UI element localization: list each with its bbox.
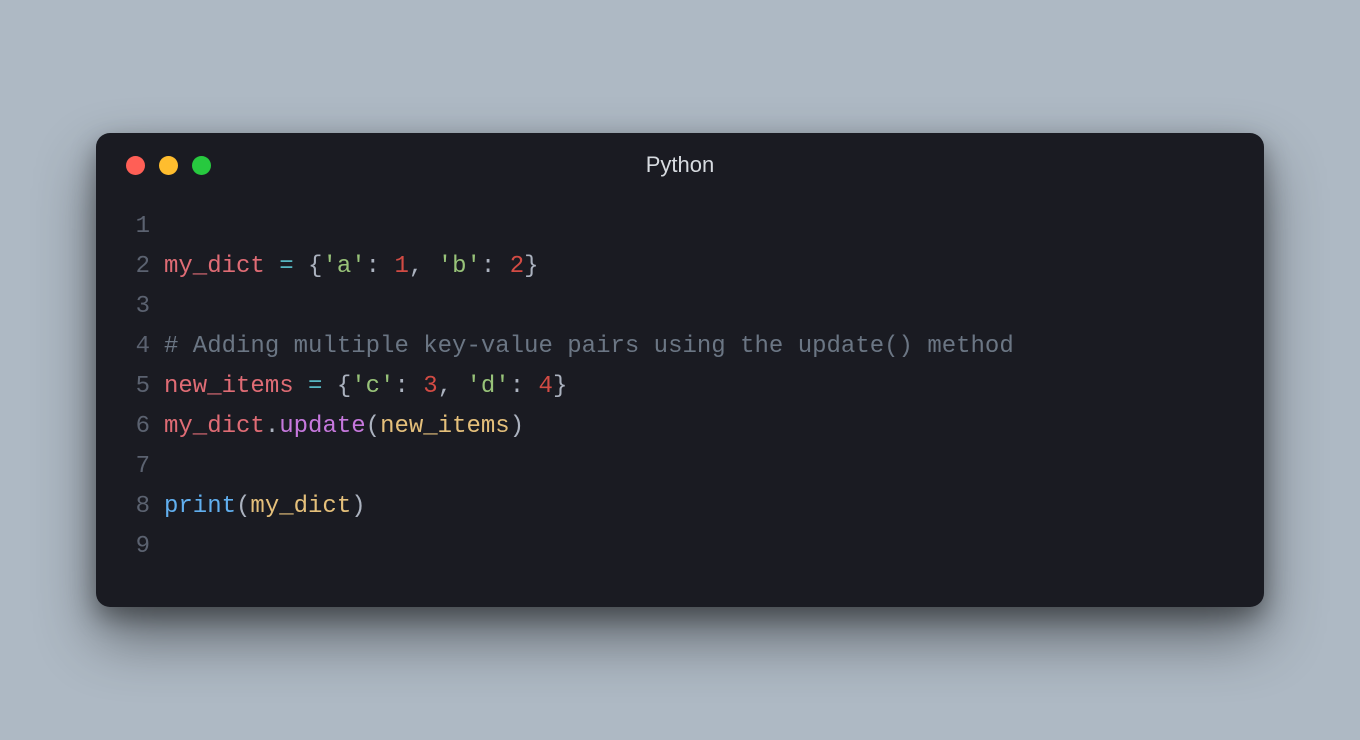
code-token: my_dict [164,413,265,440]
code-line: 6my_dict.update(new_items) [116,407,1244,447]
line-number: 2 [116,247,164,287]
code-token: ( [366,413,380,440]
code-line: 9 [116,527,1244,567]
code-token: : [481,253,495,280]
code-token: 3 [423,373,437,400]
code-token: ) [510,413,524,440]
code-line: 8print(my_dict) [116,487,1244,527]
code-line: 3 [116,287,1244,327]
window-title: Python [96,152,1264,178]
code-token [322,373,336,400]
code-token: ) [351,493,365,520]
titlebar: Python [96,133,1264,197]
code-token: { [337,373,351,400]
code-content: my_dict.update(new_items) [164,407,524,447]
code-token: 4 [539,373,553,400]
code-token [265,253,279,280]
code-token: 'a' [322,253,365,280]
code-line: 7 [116,447,1244,487]
code-token: = [308,373,322,400]
code-token: update [279,413,365,440]
code-token: . [265,413,279,440]
line-number: 3 [116,287,164,327]
code-token: print [164,493,236,520]
code-content: print(my_dict) [164,487,366,527]
line-number: 9 [116,527,164,567]
minimize-icon[interactable] [159,156,178,175]
code-token: my_dict [250,493,351,520]
code-line: 1 [116,207,1244,247]
code-token [294,373,308,400]
code-token [495,253,509,280]
code-content: new_items = {'c': 3, 'd': 4} [164,367,567,407]
code-token: 'b' [438,253,481,280]
code-token: , [438,373,452,400]
code-token [452,373,466,400]
code-token: 2 [510,253,524,280]
code-token: , [409,253,423,280]
code-token: new_items [380,413,510,440]
code-token: } [524,253,538,280]
code-token [294,253,308,280]
code-line: 5new_items = {'c': 3, 'd': 4} [116,367,1244,407]
line-number: 4 [116,327,164,367]
code-line: 2my_dict = {'a': 1, 'b': 2} [116,247,1244,287]
code-token: my_dict [164,253,265,280]
traffic-lights [126,156,211,175]
line-number: 6 [116,407,164,447]
close-icon[interactable] [126,156,145,175]
code-token: new_items [164,373,294,400]
line-number: 7 [116,447,164,487]
code-token: : [510,373,524,400]
code-token [409,373,423,400]
code-token: 1 [394,253,408,280]
code-line: 4# Adding multiple key-value pairs using… [116,327,1244,367]
line-number: 8 [116,487,164,527]
zoom-icon[interactable] [192,156,211,175]
code-editor: 12my_dict = {'a': 1, 'b': 2}34# Adding m… [96,197,1264,607]
code-token: = [279,253,293,280]
line-number: 5 [116,367,164,407]
code-token [380,253,394,280]
code-token: 'd' [467,373,510,400]
code-token: 'c' [351,373,394,400]
code-content: # Adding multiple key-value pairs using … [164,327,1014,367]
code-token: : [394,373,408,400]
code-window: Python 12my_dict = {'a': 1, 'b': 2}34# A… [96,133,1264,607]
code-token: : [366,253,380,280]
code-token [423,253,437,280]
code-token [524,373,538,400]
code-content: my_dict = {'a': 1, 'b': 2} [164,247,539,287]
line-number: 1 [116,207,164,247]
code-token: } [553,373,567,400]
code-token: { [308,253,322,280]
code-token: # Adding multiple key-value pairs using … [164,333,1014,360]
code-token: ( [236,493,250,520]
